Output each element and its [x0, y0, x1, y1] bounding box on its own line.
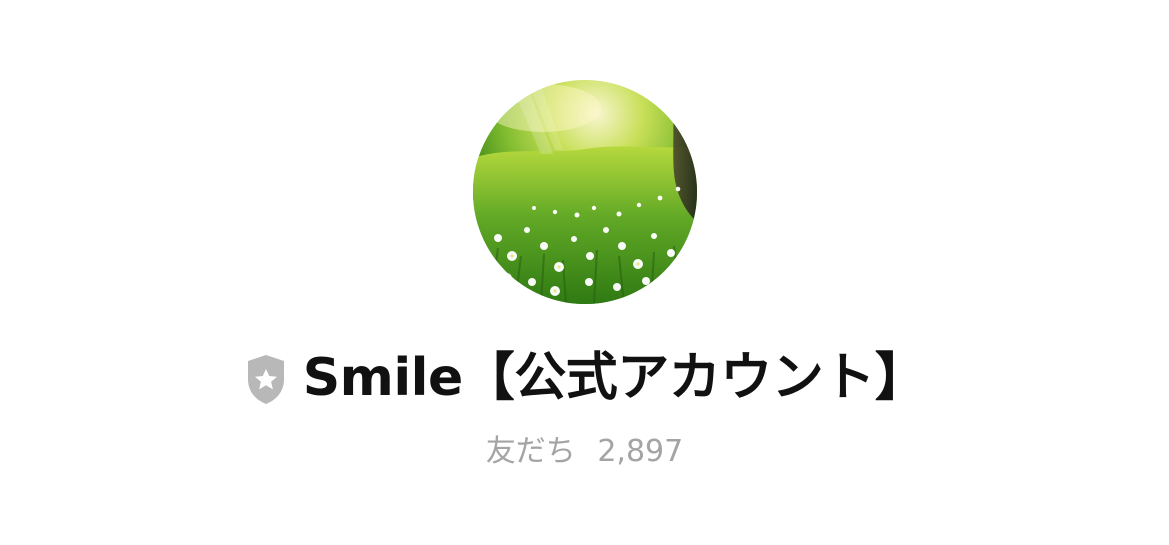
friends-count-row: 友だち 2,897	[0, 430, 1169, 474]
shield-star-icon	[243, 352, 289, 406]
profile-avatar[interactable]	[473, 80, 697, 304]
profile-header: Smile【公式アカウント】 友だち 2,897	[0, 0, 1169, 545]
grass-flowers-photo	[473, 80, 697, 304]
account-name: Smile【公式アカウント】	[302, 348, 927, 408]
account-name-row: Smile【公式アカウント】	[0, 338, 1169, 418]
friends-label: 友だち	[485, 434, 576, 469]
friends-count: 2,897	[597, 434, 684, 469]
